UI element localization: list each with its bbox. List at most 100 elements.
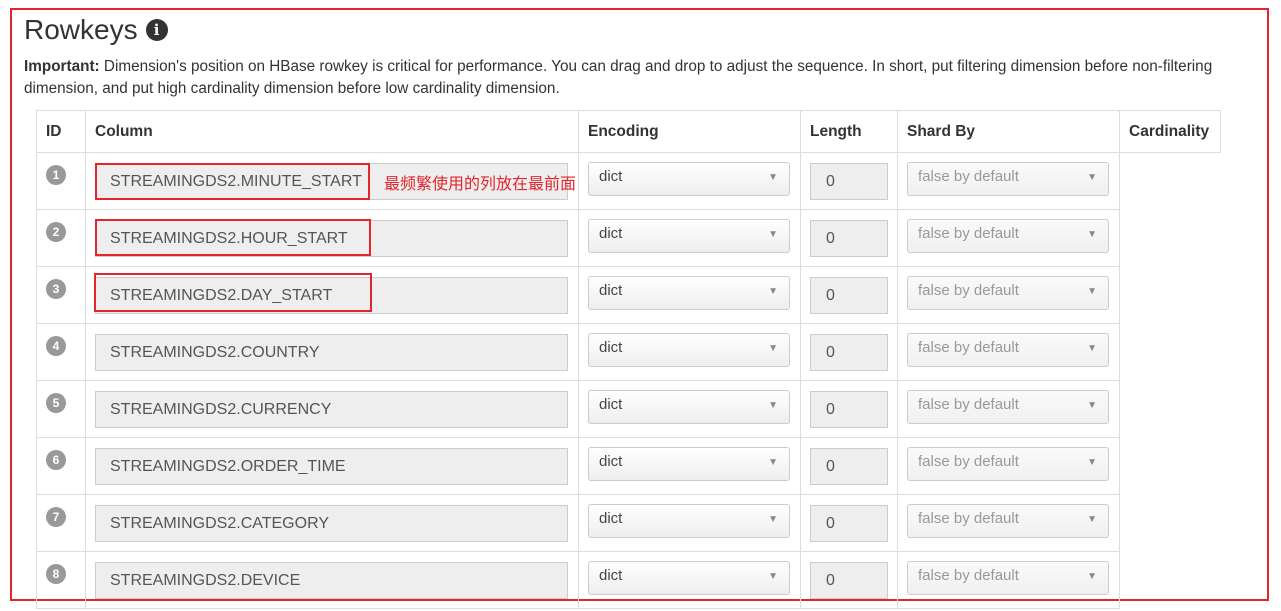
shard-by-value: false by default	[918, 282, 1019, 299]
cell-column: STREAMINGDS2.HOUR_START	[85, 209, 579, 267]
length-input[interactable]: 0	[810, 391, 888, 428]
info-circle-icon[interactable]: i	[145, 19, 168, 41]
section-header: Rowkeys i	[24, 12, 168, 48]
cell-length: 0	[800, 266, 898, 324]
table-row[interactable]: 7 STREAMINGDS2.CATEGORY dict ▼ 0 false by def…	[36, 494, 1221, 552]
cell-encoding: dict ▼	[578, 437, 801, 495]
caret-down-icon: ▼	[768, 457, 778, 468]
row-number-badge: 1	[46, 165, 66, 185]
caret-down-icon: ▼	[1087, 400, 1097, 411]
cell-shard-by: false by default ▼	[897, 551, 1120, 609]
shard-by-select[interactable]: false by default ▼	[907, 219, 1109, 253]
caret-down-icon: ▼	[1087, 286, 1097, 297]
cell-shard-by: false by default ▼	[897, 209, 1120, 267]
cell-cardinality	[1120, 438, 1221, 495]
length-input[interactable]: 0	[810, 277, 888, 314]
table-row[interactable]: 3 STREAMINGDS2.DAY_START dict ▼ 0 false by de…	[36, 266, 1221, 324]
column-name-field: STREAMINGDS2.COUNTRY	[95, 334, 568, 371]
cell-shard-by: false by default ▼	[897, 266, 1120, 324]
cell-encoding: dict ▼	[578, 209, 801, 267]
rowkeys-table: ID Column Encoding Length Shard By Cardi…	[36, 110, 1221, 609]
shard-by-value: false by default	[918, 567, 1019, 584]
column-name-field: STREAMINGDS2.HOUR_START	[95, 220, 568, 257]
cell-id: 2	[36, 209, 86, 267]
cell-column: STREAMINGDS2.DEVICE	[85, 551, 579, 609]
caret-down-icon: ▼	[768, 229, 778, 240]
length-input[interactable]: 0	[810, 334, 888, 371]
header-cardinality: Cardinality	[1119, 110, 1221, 153]
cell-length: 0	[800, 437, 898, 495]
shard-by-select[interactable]: false by default ▼	[907, 390, 1109, 424]
table-row[interactable]: 2 STREAMINGDS2.HOUR_START dict ▼ 0 false by d…	[36, 209, 1221, 267]
table-row[interactable]: 4 STREAMINGDS2.COUNTRY dict ▼ 0 false by defa…	[36, 323, 1221, 381]
important-note: Important: Dimension's position on HBase…	[24, 56, 1259, 100]
cell-column: STREAMINGDS2.ORDER_TIME	[85, 437, 579, 495]
annotation-text: 最频繁使用的列放在最前面	[384, 174, 577, 193]
cell-length: 0	[800, 152, 898, 210]
cell-cardinality	[1120, 153, 1221, 210]
cell-id: 5	[36, 380, 86, 438]
shard-by-value: false by default	[918, 396, 1019, 413]
length-input[interactable]: 0	[810, 220, 888, 257]
caret-down-icon: ▼	[1087, 514, 1097, 525]
cell-id: 1	[36, 152, 86, 210]
caret-down-icon: ▼	[1087, 457, 1097, 468]
caret-down-icon: ▼	[768, 172, 778, 183]
cell-cardinality	[1120, 267, 1221, 324]
cell-id: 4	[36, 323, 86, 381]
encoding-value: dict	[599, 282, 623, 299]
header-encoding: Encoding	[578, 110, 801, 153]
column-name-field: STREAMINGDS2.DEVICE	[95, 562, 568, 599]
caret-down-icon: ▼	[768, 400, 778, 411]
cell-cardinality	[1120, 495, 1221, 552]
encoding-select[interactable]: dict ▼	[588, 162, 790, 196]
encoding-select[interactable]: dict ▼	[588, 390, 790, 424]
column-name-field: STREAMINGDS2.CATEGORY	[95, 505, 568, 542]
shard-by-select[interactable]: false by default ▼	[907, 333, 1109, 367]
table-row[interactable]: 1 STREAMINGDS2.MINUTE_START dict ▼ 0 false by…	[36, 152, 1221, 210]
cell-shard-by: false by default ▼	[897, 152, 1120, 210]
table-header-row: ID Column Encoding Length Shard By Cardi…	[36, 110, 1221, 153]
shard-by-select[interactable]: false by default ▼	[907, 561, 1109, 595]
header-length: Length	[800, 110, 898, 153]
encoding-select[interactable]: dict ▼	[588, 561, 790, 595]
encoding-select[interactable]: dict ▼	[588, 333, 790, 367]
cell-cardinality	[1120, 324, 1221, 381]
encoding-select[interactable]: dict ▼	[588, 219, 790, 253]
cell-cardinality	[1120, 381, 1221, 438]
table-row[interactable]: 8 STREAMINGDS2.DEVICE dict ▼ 0 false by defau…	[36, 551, 1221, 609]
cell-length: 0	[800, 323, 898, 381]
cell-id: 7	[36, 494, 86, 552]
column-name-field: STREAMINGDS2.ORDER_TIME	[95, 448, 568, 485]
column-name-field: STREAMINGDS2.DAY_START	[95, 277, 568, 314]
shard-by-select[interactable]: false by default ▼	[907, 162, 1109, 196]
cell-shard-by: false by default ▼	[897, 437, 1120, 495]
length-input[interactable]: 0	[810, 505, 888, 542]
cell-encoding: dict ▼	[578, 494, 801, 552]
shard-by-select[interactable]: false by default ▼	[907, 447, 1109, 481]
caret-down-icon: ▼	[1087, 229, 1097, 240]
encoding-value: dict	[599, 567, 623, 584]
shard-by-select[interactable]: false by default ▼	[907, 276, 1109, 310]
row-number-badge: 2	[46, 222, 66, 242]
table-row[interactable]: 5 STREAMINGDS2.CURRENCY dict ▼ 0 false by def…	[36, 380, 1221, 438]
encoding-select[interactable]: dict ▼	[588, 504, 790, 538]
cell-encoding: dict ▼	[578, 323, 801, 381]
cell-id: 3	[36, 266, 86, 324]
encoding-select[interactable]: dict ▼	[588, 447, 790, 481]
shard-by-select[interactable]: false by default ▼	[907, 504, 1109, 538]
shard-by-value: false by default	[918, 453, 1019, 470]
cell-encoding: dict ▼	[578, 551, 801, 609]
row-number-badge: 6	[46, 450, 66, 470]
row-number-badge: 7	[46, 507, 66, 527]
row-number-badge: 3	[46, 279, 66, 299]
encoding-value: dict	[599, 168, 623, 185]
caret-down-icon: ▼	[1087, 343, 1097, 354]
encoding-value: dict	[599, 339, 623, 356]
table-row[interactable]: 6 STREAMINGDS2.ORDER_TIME dict ▼ 0 false by d…	[36, 437, 1221, 495]
caret-down-icon: ▼	[768, 343, 778, 354]
length-input[interactable]: 0	[810, 448, 888, 485]
encoding-select[interactable]: dict ▼	[588, 276, 790, 310]
length-input[interactable]: 0	[810, 562, 888, 599]
length-input[interactable]: 0	[810, 163, 888, 200]
